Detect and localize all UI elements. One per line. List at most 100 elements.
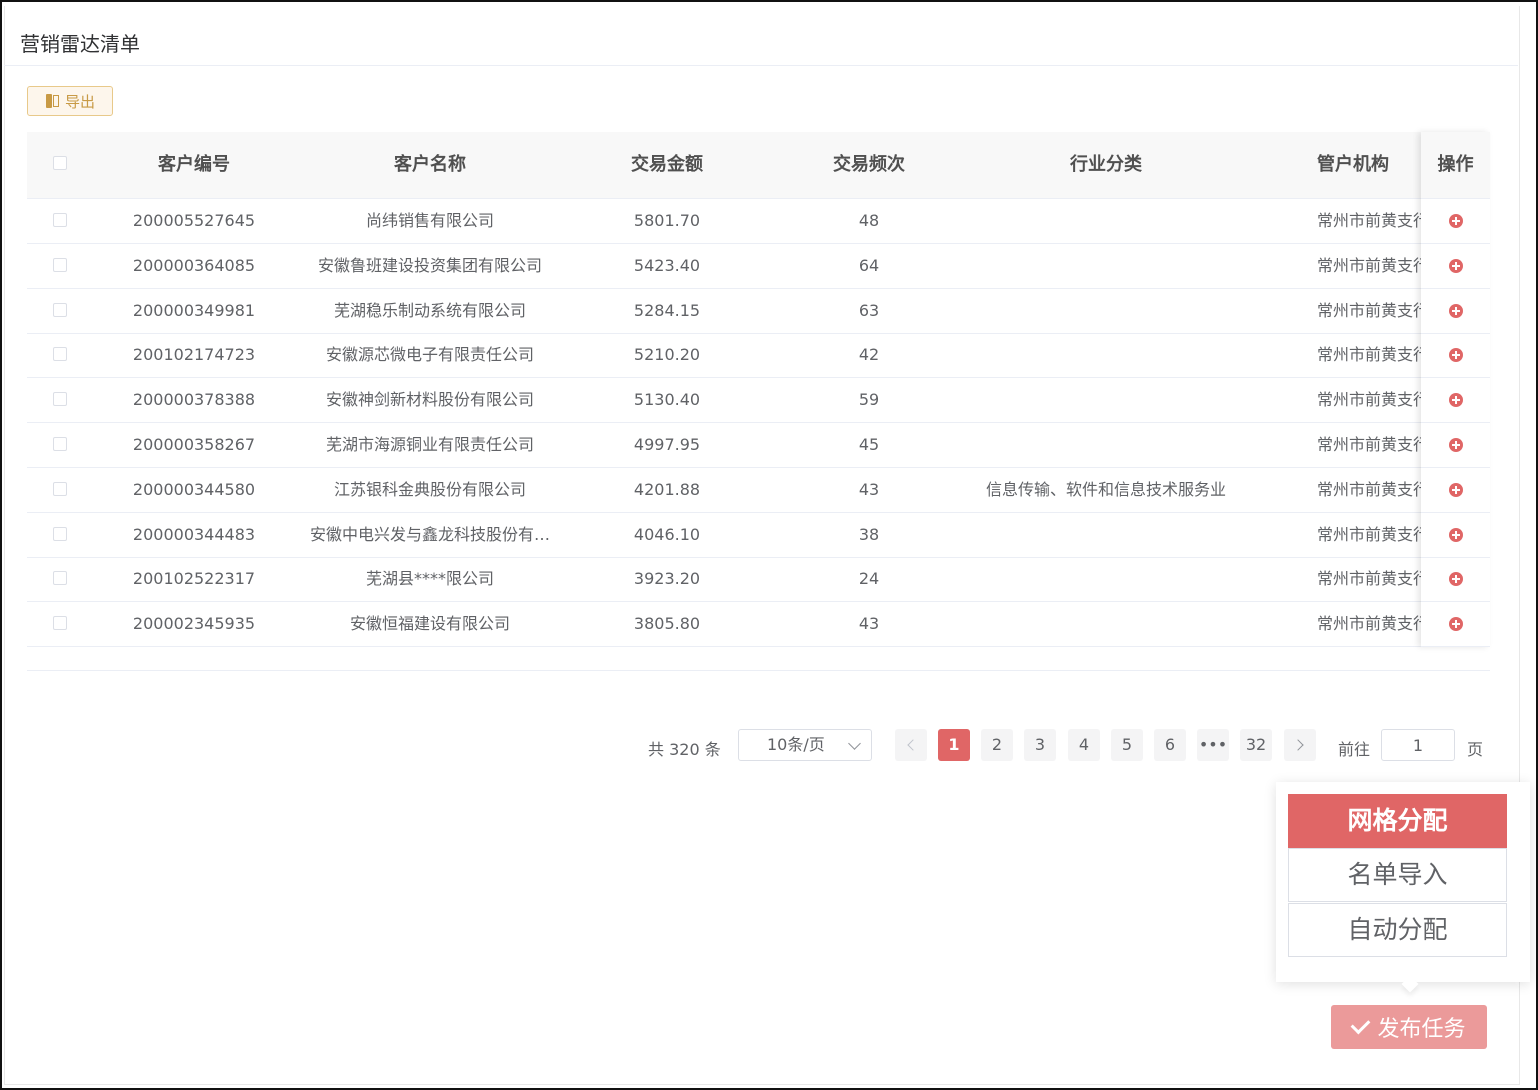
publish-task-button[interactable]: 发布任务 bbox=[1331, 1005, 1487, 1049]
export-button[interactable]: 导出 bbox=[27, 86, 113, 116]
table-row[interactable]: 200005527645 尚纬销售有限公司 5801.70 48 常州市前黄支行 bbox=[27, 199, 1490, 244]
row-checkbox[interactable] bbox=[53, 571, 67, 586]
cell-frequency: 38 bbox=[858, 524, 880, 544]
page-button-6[interactable]: 6 bbox=[1154, 729, 1186, 761]
table-row[interactable]: 200002345935 安徽恒福建设有限公司 3805.80 43 常州市前黄支行 bbox=[27, 602, 1490, 648]
page-button-2[interactable]: 2 bbox=[981, 729, 1013, 761]
row-checkbox[interactable] bbox=[53, 616, 67, 631]
cell-amount: 5130.40 bbox=[633, 390, 701, 410]
cell-industry: 信息传输、软件和信息技术服务业 bbox=[985, 479, 1226, 499]
header-amount[interactable]: 交易金额 bbox=[565, 132, 769, 198]
add-circle-icon[interactable] bbox=[1449, 572, 1463, 587]
action-cell bbox=[1421, 423, 1490, 468]
table-row[interactable]: 200000344483 安徽中电兴发与鑫龙科技股份有… 4046.10 38 常州市前… bbox=[27, 513, 1490, 558]
cell-branch: 常州市前黄支行 bbox=[1317, 390, 1427, 410]
cell-customer-id: 200005527645 bbox=[132, 211, 256, 230]
cell-amount: 4997.95 bbox=[633, 435, 701, 454]
cell-amount: 5284.15 bbox=[633, 300, 701, 320]
cell-frequency: 59 bbox=[858, 390, 880, 410]
cell-industry bbox=[969, 378, 1243, 422]
row-checkbox[interactable] bbox=[53, 481, 67, 496]
cell-customer-name: 尚纬销售有限公司 bbox=[365, 211, 494, 230]
table-row[interactable]: 200102174723 安徽源芯微电子有限责任公司 5210.20 42 常州市前黄支… bbox=[27, 333, 1490, 379]
action-cell bbox=[1421, 333, 1490, 379]
goto-page-input[interactable] bbox=[1381, 729, 1455, 761]
cell-industry bbox=[969, 557, 1243, 601]
cell-customer-name: 芜湖县****限公司 bbox=[365, 569, 494, 589]
add-circle-icon[interactable] bbox=[1449, 527, 1463, 542]
cell-industry bbox=[969, 602, 1243, 646]
header-branch[interactable]: 管户机构 bbox=[1317, 132, 1427, 198]
add-circle-icon[interactable] bbox=[1449, 214, 1463, 228]
header-frequency[interactable]: 交易频次 bbox=[769, 132, 969, 198]
cell-frequency: 63 bbox=[858, 300, 880, 320]
table-row[interactable]: 200000358267 芜湖市海源铜业有限责任公司 4997.95 45 常州市前黄支… bbox=[27, 423, 1490, 468]
cell-customer-name: 芜湖市海源铜业有限责任公司 bbox=[325, 435, 534, 454]
prev-page-button[interactable] bbox=[895, 729, 927, 761]
page-button-3[interactable]: 3 bbox=[1024, 729, 1056, 761]
add-circle-icon[interactable] bbox=[1449, 303, 1463, 318]
page-size-select[interactable]: 10条/页 bbox=[738, 729, 872, 761]
cell-customer-name: 安徽恒福建设有限公司 bbox=[349, 614, 510, 634]
cell-customer-name: 芜湖稳乐制动系统有限公司 bbox=[333, 300, 526, 320]
page-button-32[interactable]: 32 bbox=[1240, 729, 1272, 761]
cell-branch: 常州市前黄支行 bbox=[1317, 479, 1427, 499]
header-customer-id[interactable]: 客户编号 bbox=[93, 132, 295, 198]
list-import-option[interactable]: 名单导入 bbox=[1288, 848, 1507, 902]
cell-customer-id: 200000378388 bbox=[132, 390, 256, 410]
table-row[interactable]: 200000344580 江苏银科金典股份有限公司 4201.88 43 信息传输、软件… bbox=[27, 468, 1490, 513]
cell-branch: 常州市前黄支行 bbox=[1317, 614, 1427, 634]
cell-branch: 常州市前黄支行 bbox=[1317, 300, 1427, 320]
row-checkbox[interactable] bbox=[53, 302, 67, 317]
row-checkbox[interactable] bbox=[53, 526, 67, 541]
page-unit-label: 页 bbox=[1467, 740, 1484, 759]
more-pages-button[interactable]: ••• bbox=[1197, 729, 1229, 761]
cell-industry bbox=[969, 423, 1243, 467]
cell-customer-id: 200000344483 bbox=[132, 524, 256, 544]
cell-industry bbox=[969, 244, 1243, 288]
cell-customer-id: 200102174723 bbox=[132, 345, 256, 365]
page-title: 营销雷达清单 bbox=[20, 32, 140, 56]
next-page-button[interactable] bbox=[1284, 729, 1316, 761]
row-checkbox[interactable] bbox=[53, 437, 67, 451]
page-button-1[interactable]: 1 bbox=[938, 729, 970, 761]
table-row[interactable]: 200102522317 芜湖县****限公司 3923.20 24 常州市前黄支行 bbox=[27, 557, 1490, 603]
cell-amount: 4201.88 bbox=[633, 479, 701, 499]
table-row[interactable]: 200000349981 芜湖稳乐制动系统有限公司 5284.15 63 常州市前黄支行 bbox=[27, 289, 1490, 334]
chevron-right-icon bbox=[1292, 739, 1304, 751]
cell-industry bbox=[969, 199, 1243, 243]
row-checkbox[interactable] bbox=[53, 257, 67, 272]
action-cell bbox=[1421, 468, 1490, 513]
cell-frequency: 24 bbox=[858, 569, 880, 589]
check-icon bbox=[1351, 1014, 1371, 1034]
table-row[interactable]: 200000364085 安徽鲁班建设投资集团有限公司 5423.40 64 常州市前黄… bbox=[27, 244, 1490, 289]
header-action: 操作 bbox=[1421, 132, 1490, 199]
header-customer-name[interactable]: 客户名称 bbox=[295, 132, 565, 198]
title-divider bbox=[4, 65, 1518, 66]
cell-branch: 常州市前黄支行 bbox=[1317, 345, 1427, 365]
row-checkbox[interactable] bbox=[53, 392, 67, 407]
table-header: 客户编号 客户名称 交易金额 交易频次 行业分类 管户机构 bbox=[27, 132, 1490, 199]
add-circle-icon[interactable] bbox=[1449, 348, 1463, 363]
row-checkbox[interactable] bbox=[53, 347, 67, 362]
select-all-checkbox[interactable] bbox=[53, 156, 67, 170]
auto-assign-option[interactable]: 自动分配 bbox=[1288, 903, 1507, 957]
add-circle-icon[interactable] bbox=[1449, 617, 1463, 632]
cell-customer-id: 200000364085 bbox=[132, 255, 256, 275]
header-industry[interactable]: 行业分类 bbox=[969, 132, 1243, 198]
row-checkbox[interactable] bbox=[53, 213, 67, 227]
cell-industry bbox=[969, 513, 1243, 557]
page-button-5[interactable]: 5 bbox=[1111, 729, 1143, 761]
grid-assign-option[interactable]: 网格分配 bbox=[1288, 794, 1507, 848]
add-circle-icon[interactable] bbox=[1449, 393, 1463, 408]
add-circle-icon[interactable] bbox=[1449, 438, 1463, 452]
add-circle-icon[interactable] bbox=[1449, 482, 1463, 497]
chevron-down-icon bbox=[848, 737, 861, 750]
action-cell bbox=[1421, 199, 1490, 244]
table-row[interactable]: 200000378388 安徽神剑新材料股份有限公司 5130.40 59 常州市前黄支… bbox=[27, 378, 1490, 424]
cell-customer-id: 200000349981 bbox=[132, 300, 256, 320]
action-cell bbox=[1421, 557, 1490, 603]
add-circle-icon[interactable] bbox=[1449, 258, 1463, 273]
cell-frequency: 48 bbox=[858, 211, 880, 230]
page-button-4[interactable]: 4 bbox=[1068, 729, 1100, 761]
